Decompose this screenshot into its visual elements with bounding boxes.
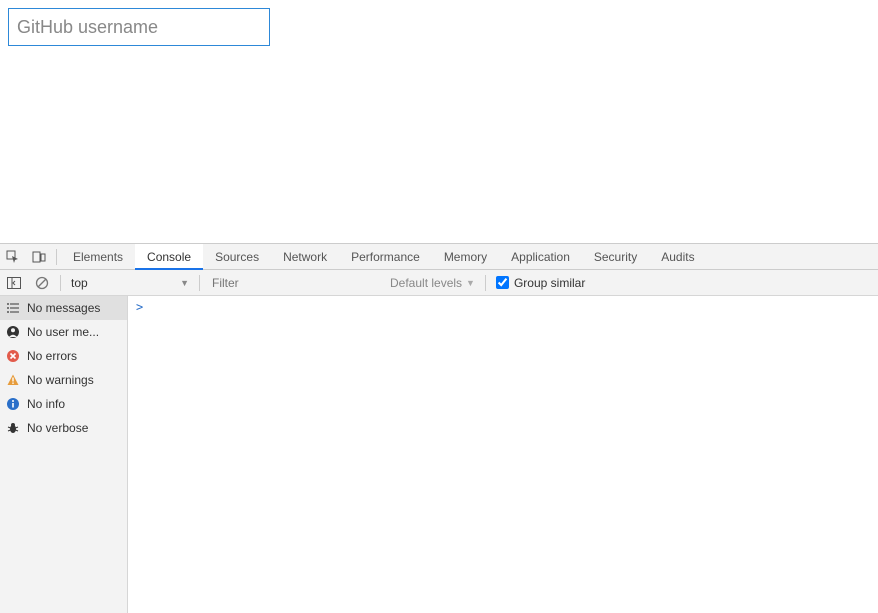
sidebar-label: No info: [27, 397, 65, 411]
chevron-down-icon: ▼: [180, 278, 189, 288]
inspect-element-icon[interactable]: [0, 244, 26, 270]
tab-security[interactable]: Security: [582, 244, 649, 270]
log-levels-dropdown[interactable]: Default levels ▼: [384, 276, 481, 290]
github-username-input[interactable]: [8, 8, 270, 46]
sidebar-item-user-messages[interactable]: No user me...: [0, 320, 127, 344]
console-prompt-icon: >: [136, 300, 143, 314]
sidebar-label: No user me...: [27, 325, 99, 339]
group-similar-label: Group similar: [514, 276, 585, 290]
tab-network[interactable]: Network: [271, 244, 339, 270]
tab-performance[interactable]: Performance: [339, 244, 432, 270]
list-icon: [6, 301, 20, 315]
sidebar-label: No messages: [27, 301, 100, 315]
devtools-panel: Elements Console Sources Network Perform…: [0, 243, 878, 613]
filter-input[interactable]: [204, 272, 384, 294]
clear-console-icon[interactable]: [28, 270, 56, 296]
console-output[interactable]: >: [128, 296, 878, 613]
sidebar-label: No warnings: [27, 373, 94, 387]
console-sidebar: No messages No user me... No errors No w…: [0, 296, 128, 613]
tab-elements[interactable]: Elements: [61, 244, 135, 270]
separator: [485, 275, 486, 291]
group-similar-checkbox[interactable]: [496, 276, 509, 289]
sidebar-label: No errors: [27, 349, 77, 363]
tab-application[interactable]: Application: [499, 244, 582, 270]
sidebar-label: No verbose: [27, 421, 88, 435]
tab-memory[interactable]: Memory: [432, 244, 499, 270]
sidebar-item-warnings[interactable]: No warnings: [0, 368, 127, 392]
tab-console[interactable]: Console: [135, 244, 203, 270]
tab-audits[interactable]: Audits: [649, 244, 706, 270]
console-body: No messages No user me... No errors No w…: [0, 296, 878, 613]
context-dropdown[interactable]: top ▼: [65, 270, 195, 296]
devtools-tab-bar: Elements Console Sources Network Perform…: [0, 244, 878, 270]
separator: [60, 275, 61, 291]
sidebar-toggle-icon[interactable]: [0, 270, 28, 296]
context-label: top: [71, 276, 88, 290]
info-icon: [6, 397, 20, 411]
chevron-down-icon: ▼: [466, 278, 475, 288]
device-toolbar-icon[interactable]: [26, 244, 52, 270]
error-icon: [6, 349, 20, 363]
sidebar-item-errors[interactable]: No errors: [0, 344, 127, 368]
warning-icon: [6, 373, 20, 387]
sidebar-item-info[interactable]: No info: [0, 392, 127, 416]
user-icon: [6, 325, 20, 339]
page-content: [0, 0, 878, 54]
bug-icon: [6, 421, 20, 435]
separator: [56, 249, 57, 265]
levels-label: Default levels: [390, 276, 462, 290]
sidebar-item-messages[interactable]: No messages: [0, 296, 127, 320]
sidebar-item-verbose[interactable]: No verbose: [0, 416, 127, 440]
tab-sources[interactable]: Sources: [203, 244, 271, 270]
group-similar-toggle[interactable]: Group similar: [490, 276, 591, 290]
console-toolbar: top ▼ Default levels ▼ Group similar: [0, 270, 878, 296]
separator: [199, 275, 200, 291]
